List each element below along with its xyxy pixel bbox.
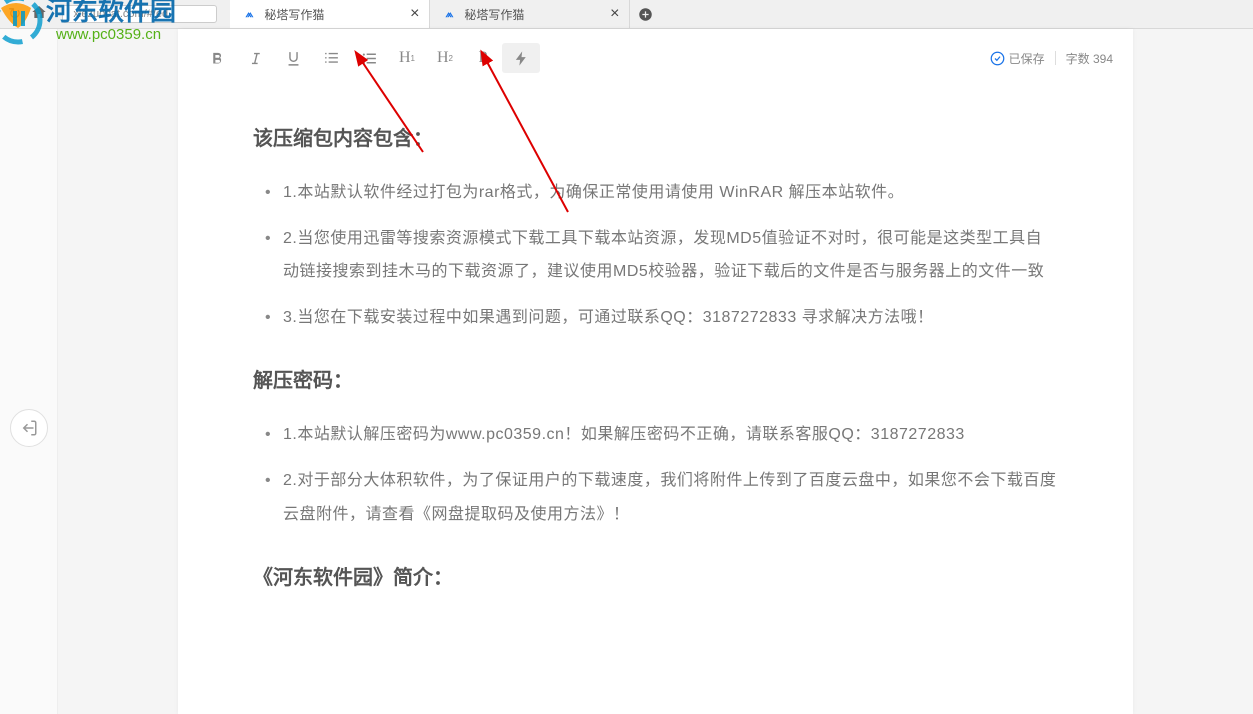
list-item: 3.当您在下载安装过程中如果遇到问题，可通过联系QQ：3187272833 寻求… bbox=[283, 301, 1058, 335]
heading2-button[interactable]: H2 bbox=[426, 43, 464, 73]
tab-favicon-icon: ⩕ bbox=[242, 7, 256, 21]
tab-favicon-icon: ⩕ bbox=[442, 7, 456, 21]
sidebar bbox=[0, 29, 58, 714]
saved-indicator: 已保存 bbox=[990, 50, 1045, 67]
close-icon[interactable]: × bbox=[610, 5, 619, 23]
close-icon[interactable]: × bbox=[410, 5, 419, 23]
heading-contents: 该压缩包内容包含： bbox=[253, 122, 1058, 151]
list-contents: 1.本站默认软件经过打包为rar格式，为确保正常使用请使用 WinRAR 解压本… bbox=[253, 176, 1058, 334]
tab-title: 秘塔写作猫 bbox=[264, 6, 402, 23]
underline-button[interactable] bbox=[274, 43, 312, 73]
unordered-list-button[interactable] bbox=[350, 43, 388, 73]
tab-1[interactable]: ⩕ 秘塔写作猫 × bbox=[230, 0, 430, 28]
ordered-list-button[interactable] bbox=[312, 43, 350, 73]
divider bbox=[1055, 51, 1056, 65]
editor-container: H1 H2 P 已保存 字数 394 该压缩包内容包含： 1.本站默认软件经过打… bbox=[178, 29, 1133, 714]
heading1-button[interactable]: H1 bbox=[388, 43, 426, 73]
paragraph-button[interactable]: P bbox=[464, 43, 502, 73]
url-input[interactable]: xiezuocat.com/#/ed bbox=[62, 5, 217, 23]
list-item: 2.当您使用迅雷等搜索资源模式下载工具下载本站资源，发现MD5值验证不对时，很可… bbox=[283, 222, 1058, 289]
document-content[interactable]: 该压缩包内容包含： 1.本站默认软件经过打包为rar格式，为确保正常使用请使用 … bbox=[178, 87, 1133, 655]
heading-intro: 《河东软件园》简介： bbox=[253, 561, 1058, 590]
tab-2[interactable]: ⩕ 秘塔写作猫 × bbox=[430, 0, 630, 28]
new-tab-button[interactable] bbox=[630, 0, 660, 28]
main-area: H1 H2 P 已保存 字数 394 该压缩包内容包含： 1.本站默认软件经过打… bbox=[58, 29, 1253, 714]
reload-icon[interactable]: ↻ bbox=[8, 4, 21, 24]
word-count: 字数 394 bbox=[1066, 50, 1113, 67]
editor-toolbar: H1 H2 P 已保存 字数 394 bbox=[178, 29, 1133, 87]
list-item: 2.对于部分大体积软件，为了保证用户的下载速度，我们将附件上传到了百度云盘中，如… bbox=[283, 464, 1058, 531]
bold-button[interactable] bbox=[198, 43, 236, 73]
list-password: 1.本站默认解压密码为www.pc0359.cn！如果解压密码不正确，请联系客服… bbox=[253, 418, 1058, 531]
tab-title: 秘塔写作猫 bbox=[464, 6, 602, 23]
home-icon[interactable] bbox=[31, 4, 47, 25]
italic-button[interactable] bbox=[236, 43, 274, 73]
browser-chrome-bar: ↻ xiezuocat.com/#/ed ⩕ 秘塔写作猫 × ⩕ 秘塔写作猫 × bbox=[0, 0, 1253, 29]
status-bar: 已保存 字数 394 bbox=[990, 50, 1113, 67]
list-item: 1.本站默认软件经过打包为rar格式，为确保正常使用请使用 WinRAR 解压本… bbox=[283, 176, 1058, 210]
list-item: 1.本站默认解压密码为www.pc0359.cn！如果解压密码不正确，请联系客服… bbox=[283, 418, 1058, 452]
heading-password: 解压密码： bbox=[253, 364, 1058, 393]
ai-action-button[interactable] bbox=[502, 43, 540, 73]
logout-button[interactable] bbox=[10, 409, 48, 447]
tab-strip: ⩕ 秘塔写作猫 × ⩕ 秘塔写作猫 × bbox=[230, 0, 660, 28]
